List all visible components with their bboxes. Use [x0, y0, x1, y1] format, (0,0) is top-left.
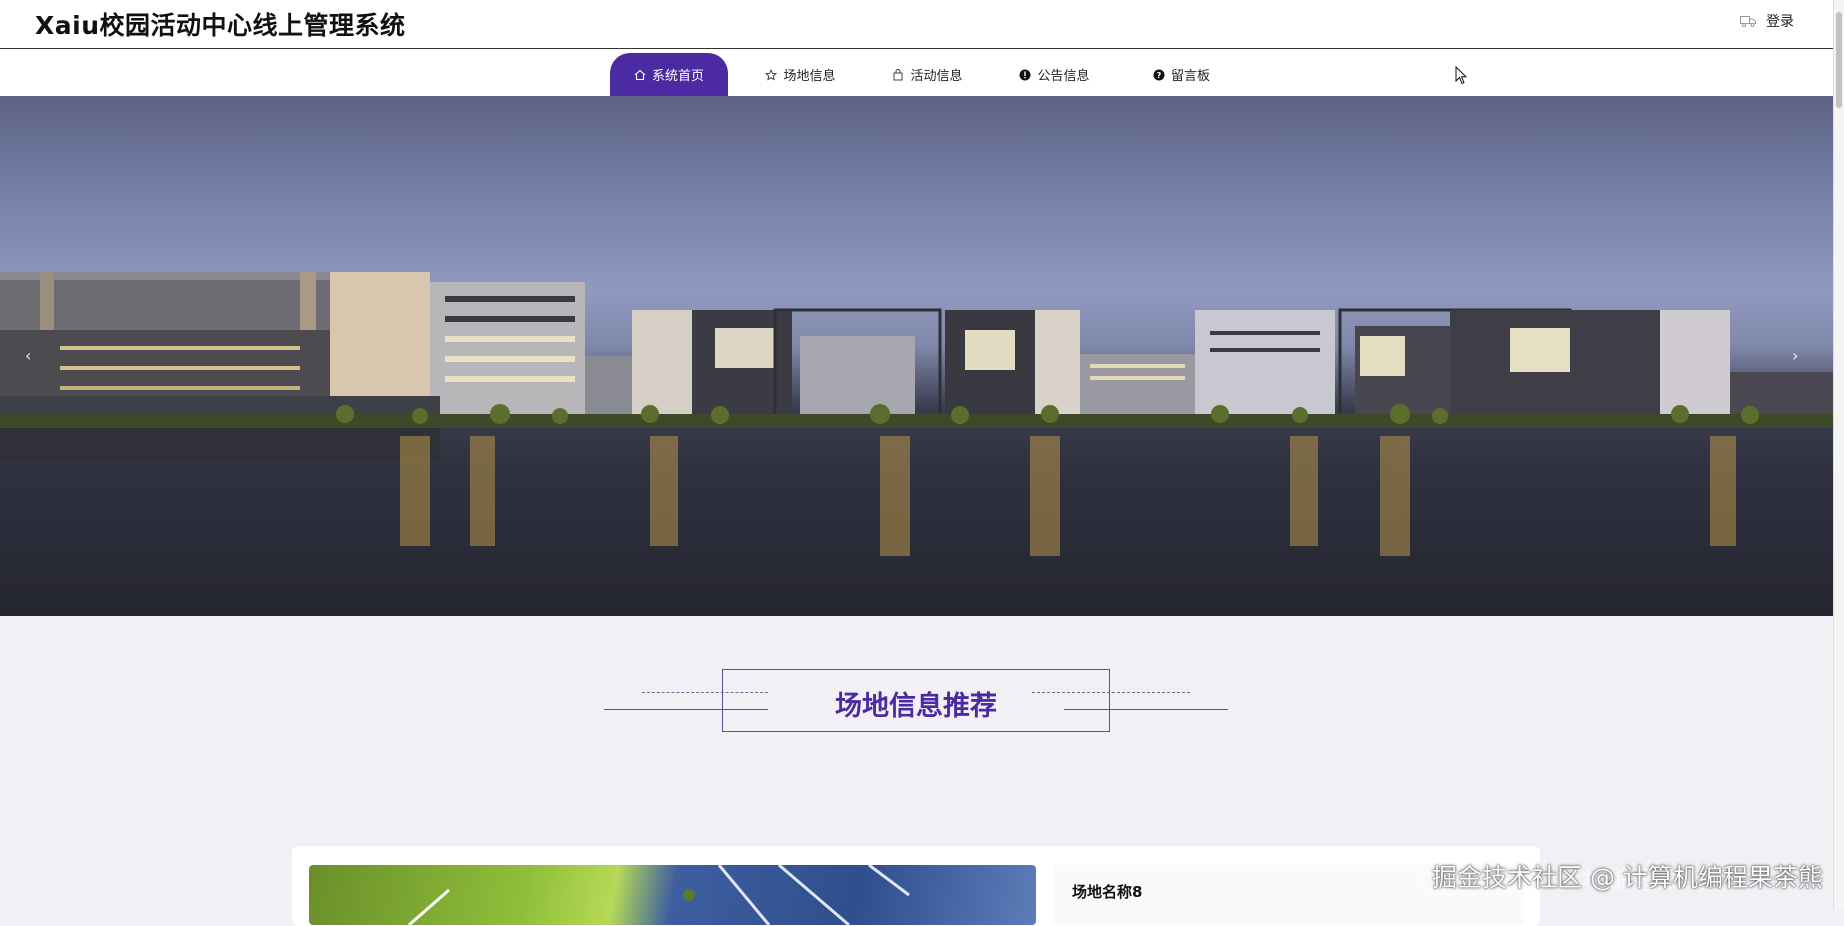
nav-list: 系统首页 场地信息 活动信息 公告信息 ? 留言板 — [610, 53, 1245, 96]
login-button[interactable]: 登录 — [1740, 11, 1794, 31]
nav-item-label: 公告信息 — [1037, 69, 1090, 84]
venue-image — [309, 865, 1036, 925]
nav-item-home[interactable]: 系统首页 — [610, 53, 728, 96]
page-scrollbar[interactable] — [1833, 0, 1844, 910]
top-header: Xaiu校园活动中心线上管理系统 登录 — [0, 0, 1834, 49]
nav-item-label: 场地信息 — [783, 69, 836, 84]
venue-name: 场地名称8 — [1072, 883, 1143, 901]
truck-icon — [1740, 16, 1756, 27]
venue-card[interactable]: 场地名称8 — [292, 846, 1540, 926]
title-frame: 场地信息推荐 — [722, 669, 1110, 732]
banner-carousel[interactable]: ‹ › — [0, 96, 1834, 616]
title-decor-line-right — [1064, 709, 1228, 710]
mouse-cursor-icon — [1455, 66, 1468, 85]
help-icon: ? — [1153, 69, 1165, 80]
nav-item-notices[interactable]: 公告信息 — [991, 53, 1118, 96]
scrollbar-thumb[interactable] — [1836, 12, 1842, 108]
title-decor-dash-right — [1032, 692, 1190, 693]
section-title-block: 场地信息推荐 — [604, 668, 1228, 736]
juejin-watermark: 掘金技术社区 @ 计算机编程果茶熊 — [1432, 863, 1823, 892]
carousel-next-arrow[interactable]: › — [1792, 346, 1798, 365]
campus-night-photo — [0, 272, 1834, 556]
home-icon — [634, 69, 646, 80]
nav-item-messages[interactable]: ? 留言板 — [1118, 53, 1245, 96]
main-nav: 系统首页 场地信息 活动信息 公告信息 ? 留言板 — [0, 49, 1834, 96]
tennis-court-graphic — [408, 865, 910, 925]
nav-item-label: 活动信息 — [910, 69, 963, 84]
nav-item-venues[interactable]: 场地信息 — [737, 53, 864, 96]
bag-icon — [894, 68, 903, 80]
login-label: 登录 — [1766, 14, 1794, 30]
nav-item-label: 留言板 — [1170, 69, 1210, 84]
star-icon — [765, 68, 778, 81]
section-title: 场地信息推荐 — [835, 691, 997, 722]
nav-item-label: 系统首页 — [651, 69, 704, 84]
nav-item-activities[interactable]: 活动信息 — [864, 53, 991, 96]
svg-text:?: ? — [1157, 71, 1162, 80]
carousel-prev-arrow[interactable]: ‹ — [25, 346, 31, 365]
info-icon — [1019, 69, 1031, 80]
site-title: Xaiu校园活动中心线上管理系统 — [35, 11, 406, 40]
